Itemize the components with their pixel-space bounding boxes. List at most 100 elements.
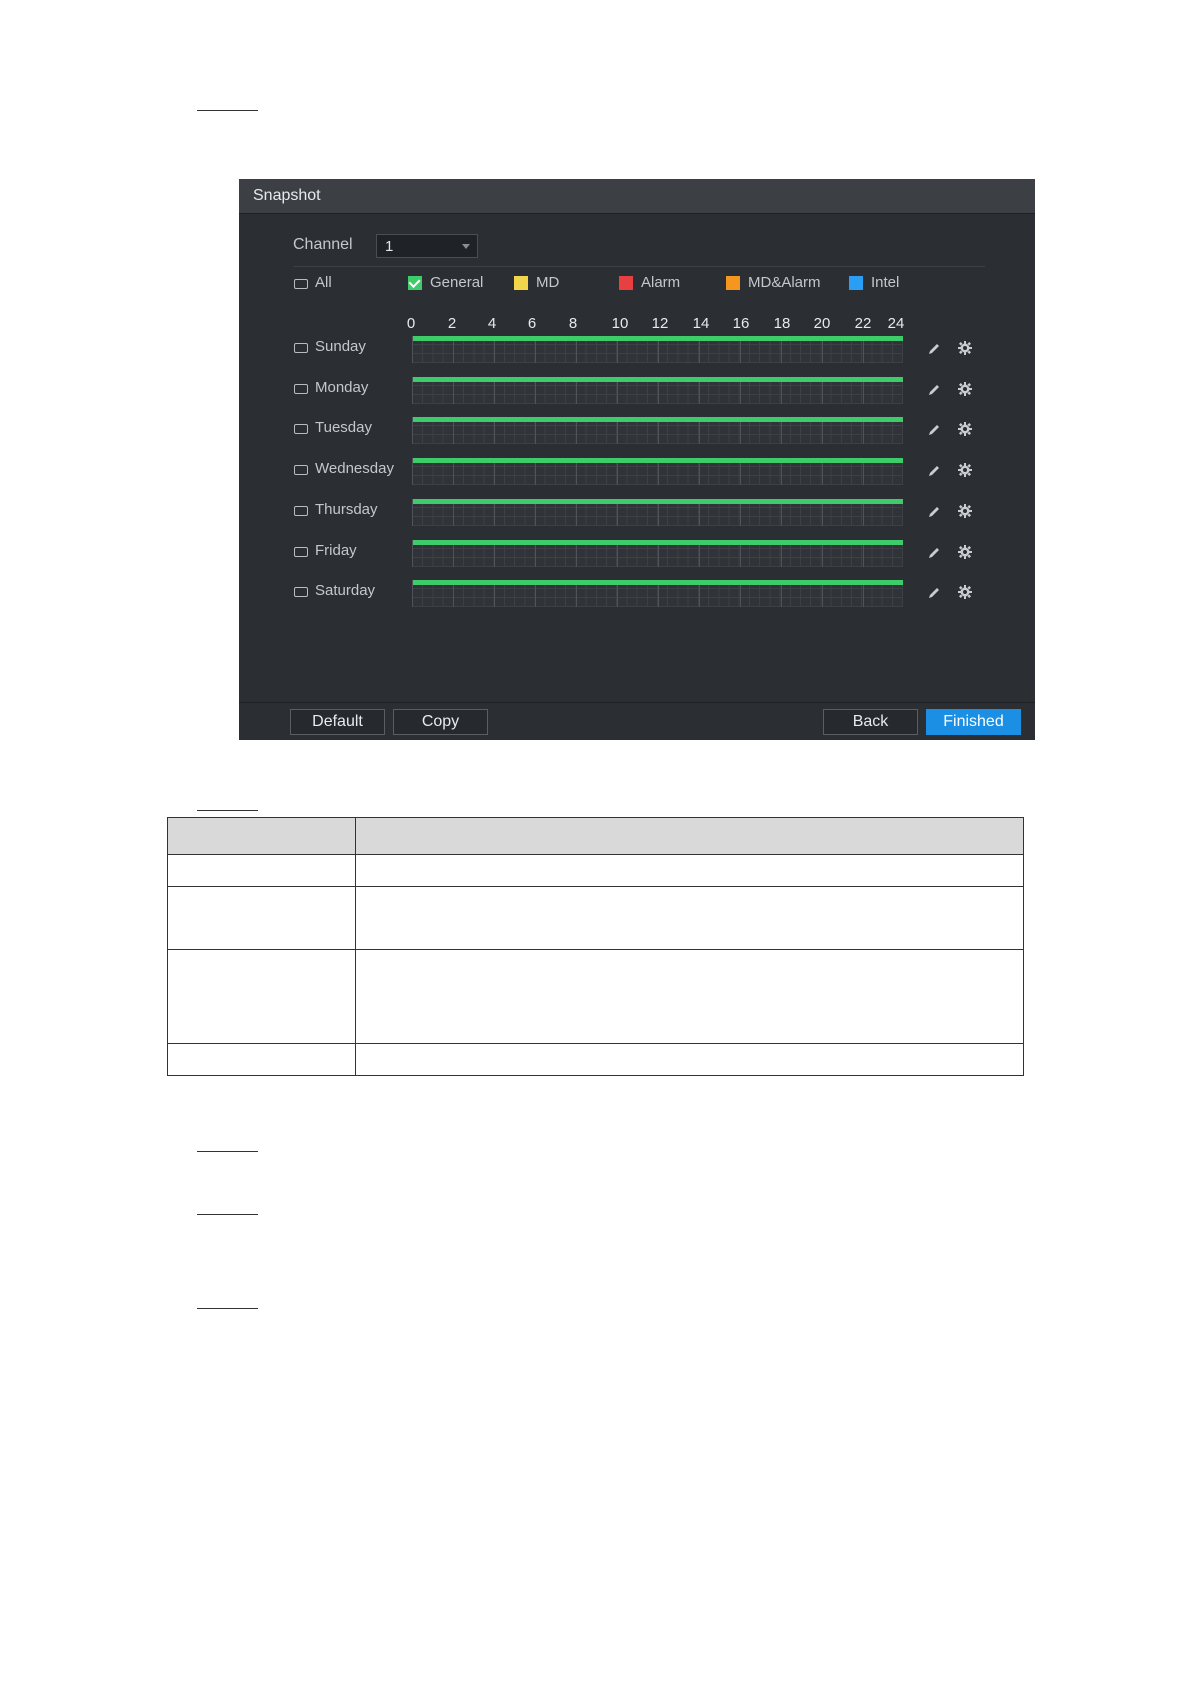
day-label: Friday bbox=[315, 541, 357, 559]
schedule-segment bbox=[413, 539, 903, 545]
table-cell bbox=[167, 949, 356, 1044]
table-row bbox=[167, 949, 1024, 1044]
schedule-segment bbox=[413, 417, 903, 423]
gear-icon[interactable] bbox=[957, 503, 973, 519]
gear-icon[interactable] bbox=[957, 544, 973, 560]
snapshot-dialog: Snapshot Channel 1 All General MD Alarm MD&… bbox=[239, 179, 1035, 740]
dialog-title: Snapshot bbox=[253, 187, 321, 204]
legend-label: MD bbox=[536, 274, 560, 291]
legend-md-alarm-checkbox[interactable] bbox=[726, 276, 740, 290]
gear-icon[interactable] bbox=[957, 462, 973, 478]
copy-button[interactable]: Copy bbox=[393, 709, 488, 735]
table-row bbox=[167, 1043, 1024, 1076]
hour-tick-label: 0 bbox=[406, 315, 416, 332]
hour-tick-label: 24 bbox=[887, 315, 905, 332]
pencil-icon[interactable] bbox=[927, 342, 941, 356]
chevron-down-icon bbox=[462, 244, 470, 249]
step-marker-line bbox=[197, 1151, 258, 1152]
schedule-timebar[interactable] bbox=[412, 336, 903, 363]
hour-tick-label: 12 bbox=[651, 315, 669, 332]
day-label: Monday bbox=[315, 378, 369, 396]
channel-label: Channel bbox=[293, 236, 353, 253]
schedule-timebar[interactable] bbox=[412, 580, 903, 608]
hour-tick-label: 2 bbox=[447, 315, 457, 332]
day-row-tuesday: Tuesday bbox=[239, 417, 1035, 455]
legend-label: Intel bbox=[871, 274, 900, 291]
day-row-sunday: Sunday bbox=[239, 336, 1035, 374]
check-icon bbox=[408, 275, 421, 289]
legend-intel-checkbox[interactable] bbox=[849, 276, 863, 290]
default-button[interactable]: Default bbox=[290, 709, 385, 735]
schedule-timebar[interactable] bbox=[412, 539, 903, 567]
day-row-saturday: Saturday bbox=[239, 580, 1035, 618]
all-label: All bbox=[315, 274, 332, 291]
pencil-icon[interactable] bbox=[927, 464, 941, 478]
day-label: Saturday bbox=[315, 582, 376, 600]
hour-tick-label: 20 bbox=[813, 315, 831, 332]
table-cell bbox=[167, 854, 356, 887]
hour-tick-label: 6 bbox=[527, 315, 537, 332]
schedule-segment bbox=[413, 498, 903, 504]
hour-tick-label: 8 bbox=[568, 315, 578, 332]
day-label: Wednesday bbox=[315, 460, 394, 478]
day-checkbox[interactable] bbox=[294, 587, 308, 598]
table-cell bbox=[355, 1043, 1024, 1076]
gear-icon[interactable] bbox=[957, 381, 973, 397]
day-row-thursday: Thursday bbox=[239, 498, 1035, 537]
hour-tick-label: 18 bbox=[773, 315, 791, 332]
legend-md-checkbox[interactable] bbox=[514, 276, 528, 290]
schedule-timebar[interactable] bbox=[412, 417, 903, 445]
day-row-friday: Friday bbox=[239, 539, 1035, 578]
legend-general-checkbox[interactable] bbox=[408, 275, 422, 290]
schedule-segment bbox=[413, 376, 903, 382]
legend-label: MD&Alarm bbox=[748, 274, 821, 291]
pencil-icon[interactable] bbox=[927, 423, 941, 437]
table-header-row bbox=[167, 817, 1024, 855]
schedule-timebar[interactable] bbox=[412, 498, 903, 526]
gear-icon[interactable] bbox=[957, 584, 973, 600]
table-cell bbox=[167, 1043, 356, 1076]
day-row-monday: Monday bbox=[239, 376, 1035, 415]
day-checkbox[interactable] bbox=[294, 465, 308, 476]
schedule-timebar[interactable] bbox=[412, 458, 903, 486]
legend-label: General bbox=[430, 274, 484, 291]
schedule-timebar[interactable] bbox=[412, 376, 903, 404]
table-row bbox=[167, 886, 1024, 950]
day-checkbox[interactable] bbox=[294, 424, 308, 435]
day-row-wednesday: Wednesday bbox=[239, 458, 1035, 496]
parameter-table bbox=[167, 817, 1024, 1076]
hour-tick-label: 4 bbox=[487, 315, 497, 332]
hour-tick-label: 22 bbox=[854, 315, 872, 332]
pencil-icon[interactable] bbox=[927, 383, 941, 397]
day-checkbox[interactable] bbox=[294, 546, 308, 557]
table-cell bbox=[167, 886, 356, 950]
back-button[interactable]: Back bbox=[823, 709, 918, 735]
gear-icon[interactable] bbox=[957, 421, 973, 437]
step-marker-line bbox=[197, 1214, 258, 1215]
gear-icon[interactable] bbox=[957, 340, 973, 356]
day-label: Thursday bbox=[315, 500, 378, 518]
table-cell bbox=[355, 854, 1024, 887]
pencil-icon[interactable] bbox=[927, 586, 941, 600]
pencil-icon[interactable] bbox=[927, 505, 941, 519]
table-row bbox=[167, 854, 1024, 887]
day-label: Tuesday bbox=[315, 419, 372, 437]
divider bbox=[293, 266, 985, 267]
day-checkbox[interactable] bbox=[294, 505, 308, 516]
dialog-footer: Default Copy Back Finished bbox=[239, 702, 1035, 740]
day-checkbox[interactable] bbox=[294, 383, 308, 394]
step-marker-line bbox=[197, 1308, 258, 1309]
hour-tick-label: 10 bbox=[611, 315, 629, 332]
table-cell bbox=[355, 886, 1024, 950]
day-label: Sunday bbox=[315, 338, 366, 355]
finished-button[interactable]: Finished bbox=[926, 709, 1021, 735]
step-marker-line bbox=[197, 810, 258, 811]
table-header-cell bbox=[355, 817, 1024, 855]
all-checkbox[interactable] bbox=[294, 279, 308, 289]
pencil-icon[interactable] bbox=[927, 546, 941, 560]
day-checkbox[interactable] bbox=[294, 343, 308, 353]
channel-select[interactable]: 1 bbox=[376, 234, 478, 258]
legend-alarm-checkbox[interactable] bbox=[619, 276, 633, 290]
legend-label: Alarm bbox=[641, 274, 681, 291]
schedule-segment bbox=[413, 458, 903, 464]
